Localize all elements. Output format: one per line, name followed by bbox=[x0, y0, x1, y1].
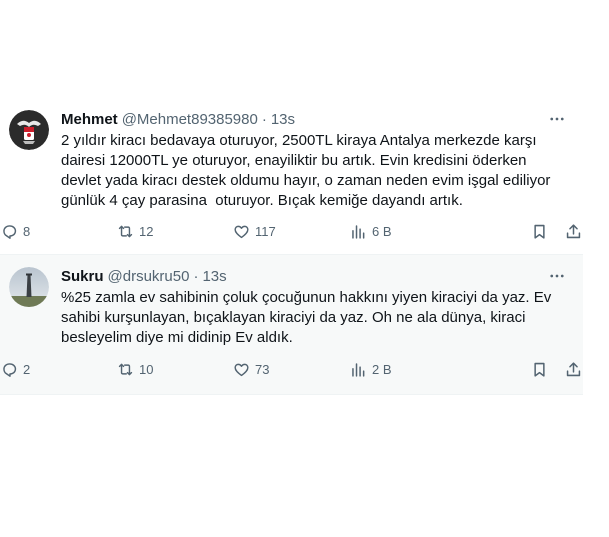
views-count: 6 B bbox=[372, 223, 392, 239]
tower-photo-icon bbox=[9, 267, 49, 307]
retweet-button[interactable]: 10 bbox=[116, 360, 153, 379]
more-icon[interactable] bbox=[547, 109, 567, 129]
retweet-button[interactable]: 12 bbox=[116, 222, 153, 241]
retweet-count: 10 bbox=[139, 361, 154, 377]
reply-icon bbox=[3, 362, 17, 377]
tweet-text: %25 zamla ev sahibinin çoluk çocuğunun h… bbox=[61, 289, 556, 346]
bookmark-button[interactable] bbox=[530, 222, 549, 241]
bookmark-button[interactable] bbox=[530, 360, 549, 379]
share-button[interactable] bbox=[564, 222, 583, 241]
like-icon bbox=[234, 225, 249, 238]
tweet-actions: 2 10 73 2 B bbox=[0, 359, 583, 379]
retweet-icon bbox=[118, 363, 133, 375]
views-icon bbox=[352, 362, 365, 377]
tweet-header: Mehmet @Mehmet89385980 · 13s bbox=[61, 109, 567, 129]
more-icon[interactable] bbox=[547, 266, 567, 286]
like-button[interactable]: 117 bbox=[232, 222, 276, 241]
bookmark-icon bbox=[534, 362, 545, 377]
views-button[interactable]: 6 B bbox=[349, 222, 392, 241]
like-count: 117 bbox=[255, 223, 276, 239]
tweet-text: 2 yıldır kiracı bedavaya oturuyor, 2500T… bbox=[61, 132, 555, 209]
tweet[interactable]: Mehmet @Mehmet89385980 · 13s 2 yıldır ki… bbox=[0, 98, 583, 255]
tweet-content: Sukru @drsukru50 · 13s %25 zamla ev sahi… bbox=[61, 266, 567, 348]
like-count: 73 bbox=[255, 361, 270, 377]
tweet-content: Mehmet @Mehmet89385980 · 13s 2 yıldır ki… bbox=[61, 109, 567, 211]
reply-button[interactable]: 2 bbox=[0, 360, 30, 379]
user-handle[interactable]: @Mehmet89385980 bbox=[122, 111, 258, 128]
user-handle[interactable]: @drsukru50 bbox=[108, 268, 190, 285]
like-button[interactable]: 73 bbox=[232, 360, 269, 379]
retweet-count: 12 bbox=[139, 223, 154, 239]
bookmark-icon bbox=[534, 224, 545, 239]
share-icon bbox=[566, 361, 581, 376]
eagle-crest-icon bbox=[9, 110, 49, 150]
display-name[interactable]: Mehmet bbox=[61, 111, 118, 128]
reply-icon bbox=[3, 224, 17, 239]
avatar[interactable] bbox=[9, 110, 49, 150]
reply-button[interactable]: 8 bbox=[0, 222, 30, 241]
separator: · bbox=[193, 267, 199, 285]
share-icon bbox=[566, 223, 581, 238]
views-button[interactable]: 2 B bbox=[349, 360, 392, 379]
views-icon bbox=[352, 224, 365, 239]
tweet-actions: 8 12 117 6 B bbox=[0, 221, 583, 241]
timeline: Mehmet @Mehmet89385980 · 13s 2 yıldır ki… bbox=[0, 98, 583, 395]
display-name[interactable]: Sukru bbox=[61, 268, 104, 285]
avatar[interactable] bbox=[9, 267, 49, 307]
share-button[interactable] bbox=[564, 360, 583, 379]
reply-count: 2 bbox=[23, 361, 31, 377]
like-icon bbox=[234, 363, 249, 376]
timestamp[interactable]: 13s bbox=[202, 268, 226, 285]
views-count: 2 B bbox=[372, 361, 392, 377]
reply-count: 8 bbox=[23, 223, 31, 239]
tweet-header: Sukru @drsukru50 · 13s bbox=[61, 266, 567, 286]
retweet-icon bbox=[118, 225, 133, 237]
tweet[interactable]: Sukru @drsukru50 · 13s %25 zamla ev sahi… bbox=[0, 255, 583, 395]
timestamp[interactable]: 13s bbox=[271, 111, 295, 128]
separator: · bbox=[261, 110, 267, 128]
